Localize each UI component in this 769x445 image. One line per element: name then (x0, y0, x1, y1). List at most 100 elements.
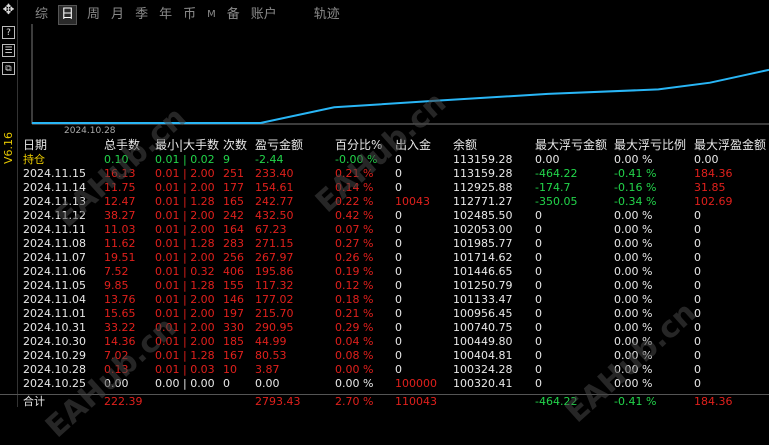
cell-maxloss: 0 (535, 251, 542, 264)
table-row[interactable]: 2024.10.30 14.36 0.01 | 2.00 185 44.99 0.04 %… (0, 335, 769, 349)
window-icon[interactable]: ⧉ (2, 62, 15, 75)
tab-trace[interactable]: 轨迹 (313, 6, 341, 24)
table-row[interactable]: 2024.11.12 38.27 0.01 | 2.00 242 432.50 0.42 … (0, 209, 769, 223)
cell-maxloss: 0 (535, 363, 542, 376)
cell-maxgain: 0 (694, 307, 701, 320)
table-row[interactable]: 2024.10.28 0.13 0.01 | 0.03 10 3.87 0.00 % 0 10… (0, 363, 769, 377)
cell-maxloss: 0 (535, 349, 542, 362)
cell-maxgain: 0 (694, 251, 701, 264)
cell-flow: 100000 (395, 377, 437, 390)
cell-maxloss: 0 (535, 265, 542, 278)
column-header[interactable]: 出入金 (395, 137, 431, 153)
table-row[interactable]: 2024.10.25 0.00 0.00 | 0.00 0 0.00 0.00 % 1000… (0, 377, 769, 391)
cell-flow: 10043 (395, 195, 430, 208)
column-header[interactable]: 最大浮亏比例 (614, 137, 686, 153)
cell-maxlosspct: 0.00 % (614, 321, 653, 334)
tab-2[interactable]: 周 (86, 6, 101, 24)
cell-lots: 12.47 (104, 195, 136, 208)
table-row[interactable]: 2024.11.11 11.03 0.01 | 2.00 164 67.23 0.07 %… (0, 223, 769, 237)
tab-3[interactable]: 月 (110, 6, 125, 24)
cell-maxlosspct: 0.00 % (614, 265, 653, 278)
column-header[interactable]: 日期 (23, 137, 47, 153)
cell-pct: 0.26 % (335, 251, 374, 264)
cell-count: 242 (223, 209, 244, 222)
table-row[interactable]: 2024.11.06 7.52 0.01 | 0.32 406 195.86 0.19 %… (0, 265, 769, 279)
table-row[interactable]: 2024.11.08 11.62 0.01 | 1.28 283 271.15 0.27 … (0, 237, 769, 251)
table-row[interactable]: 2024.10.31 33.22 0.01 | 2.00 330 290.95 0.29 … (0, 321, 769, 335)
cell-lots: 38.27 (104, 209, 136, 222)
cell-minmax: 0.01 | 2.00 (155, 293, 215, 306)
column-header[interactable]: 百分比% (335, 137, 382, 153)
table-row[interactable]: 持仓 0.10 0.01 | 0.02 9 -2.44 -0.00 % 0 113159.28… (0, 153, 769, 167)
cell-lots: 14.36 (104, 335, 136, 348)
column-header[interactable]: 最大浮盈金额 (694, 137, 766, 153)
cell-maxlosspct: 0.00 % (614, 279, 653, 292)
cell-balance: 100320.41 (453, 377, 513, 390)
cell-maxgain: 31.85 (694, 181, 726, 194)
cell-maxloss: 0 (535, 293, 542, 306)
column-header[interactable]: 最小|大手数 (155, 137, 219, 153)
cell-balance: 101985.77 (453, 237, 513, 250)
cell-date: 2024.11.13 (23, 195, 86, 208)
cell-maxloss: 0 (535, 279, 542, 292)
cell-balance: 100324.28 (453, 363, 513, 376)
footer-maxgain: 184.36 (694, 395, 733, 408)
cell-minmax: 0.01 | 1.28 (155, 195, 215, 208)
tab-0[interactable]: 综 (34, 6, 49, 24)
table-row[interactable]: 2024.11.15 16.13 0.01 | 2.00 251 233.40 0.21 … (0, 167, 769, 181)
cell-balance: 101714.62 (453, 251, 513, 264)
cell-flow: 0 (395, 363, 402, 376)
list-icon[interactable]: ☰ (2, 44, 15, 57)
cell-pl: 117.32 (255, 279, 294, 292)
cell-pct: 0.21 % (335, 307, 374, 320)
tab-6[interactable]: 币 (182, 6, 197, 24)
table-row[interactable]: 2024.11.05 9.85 0.01 | 1.28 155 117.32 0.12 %… (0, 279, 769, 293)
help-icon[interactable]: ? (2, 26, 15, 39)
tab-4[interactable]: 季 (134, 6, 149, 24)
cell-maxloss: 0 (535, 237, 542, 250)
cell-balance: 113159.28 (453, 167, 513, 180)
footer-maxloss: -464.22 (535, 395, 578, 408)
column-header[interactable]: 盈亏金额 (255, 137, 303, 153)
cell-maxlosspct: 0.00 % (614, 335, 653, 348)
tab-9[interactable]: 账户 (250, 6, 278, 24)
table-row[interactable]: 2024.11.14 11.75 0.01 | 2.00 177 154.61 0.14 … (0, 181, 769, 195)
table-row[interactable]: 2024.10.29 7.02 0.01 | 1.28 167 80.53 0.08 % 0… (0, 349, 769, 363)
tab-1[interactable]: 日 (58, 5, 78, 25)
cell-maxlosspct: -0.16 % (614, 181, 657, 194)
cell-balance: 113159.28 (453, 153, 513, 166)
cell-lots: 33.22 (104, 321, 136, 334)
cell-maxlosspct: 0.00 % (614, 307, 653, 320)
table-row[interactable]: 2024.11.04 13.76 0.01 | 2.00 146 177.02 0.18 … (0, 293, 769, 307)
tab-7[interactable]: M (206, 6, 217, 24)
table-row[interactable]: 2024.11.07 19.51 0.01 | 2.00 256 267.97 0.26 … (0, 251, 769, 265)
column-header[interactable]: 次数 (223, 137, 247, 153)
cell-balance: 101250.79 (453, 279, 513, 292)
cell-balance: 100740.75 (453, 321, 513, 334)
table-row[interactable]: 2024.11.01 15.65 0.01 | 2.00 197 215.70 0.21 … (0, 307, 769, 321)
cell-balance: 100404.81 (453, 349, 513, 362)
column-header[interactable]: 总手数 (104, 137, 140, 153)
cell-count: 256 (223, 251, 244, 264)
cell-count: 177 (223, 181, 244, 194)
table-row[interactable]: 2024.11.13 12.47 0.01 | 1.28 165 242.77 0.22 … (0, 195, 769, 209)
cell-balance: 102485.50 (453, 209, 513, 222)
cell-count: 10 (223, 363, 237, 376)
cell-date: 2024.10.28 (23, 363, 86, 376)
cell-flow: 0 (395, 181, 402, 194)
cell-maxgain: 0 (694, 335, 701, 348)
cell-flow: 0 (395, 251, 402, 264)
cell-minmax: 0.01 | 1.28 (155, 237, 215, 250)
cell-lots: 7.52 (104, 265, 129, 278)
equity-chart: 2024.10.28 (30, 24, 769, 136)
cell-maxlosspct: -0.34 % (614, 195, 657, 208)
cell-count: 155 (223, 279, 244, 292)
cell-pl: 67.23 (255, 223, 287, 236)
cell-flow: 0 (395, 153, 402, 166)
tab-8[interactable]: 备 (226, 6, 241, 24)
column-header[interactable]: 最大浮亏金额 (535, 137, 607, 153)
cell-minmax: 0.01 | 2.00 (155, 223, 215, 236)
move-icon[interactable]: ✥ (2, 3, 15, 17)
tab-5[interactable]: 年 (158, 6, 173, 24)
column-header[interactable]: 余额 (453, 137, 477, 153)
